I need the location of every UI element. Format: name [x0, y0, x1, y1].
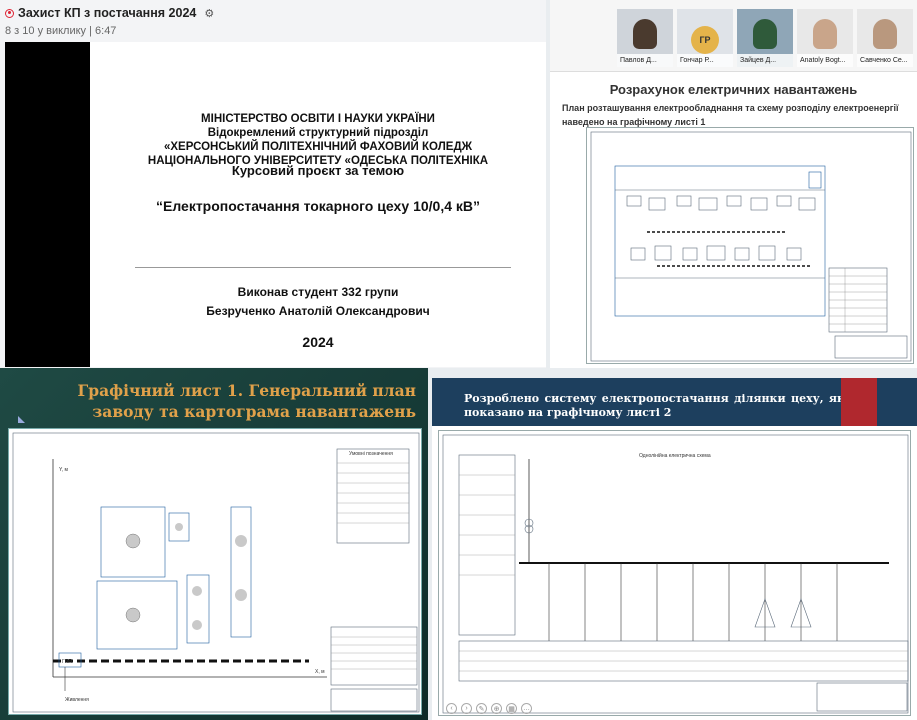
load-slide-title: Розрахунок електричних навантажень [609, 82, 858, 97]
avatar [813, 19, 837, 49]
participant-tile[interactable]: ГР Гончар Р... [677, 9, 733, 67]
grid-icon[interactable]: ▦ [506, 703, 517, 714]
title-slide-page: МІНІСТЕРСТВО ОСВІТИ І НАУКИ УКРАЇНИ Відо… [90, 42, 546, 367]
divider [135, 267, 511, 268]
single-line-diagram-drawing: Однолінійна електрична схема [438, 430, 911, 716]
participants-strip: Павлов Д... ГР Гончар Р... Зайцев Д... A… [550, 0, 917, 72]
presentation-title: Захист КП з постачання 2024 [18, 6, 197, 20]
participant-name: Anatoly Bogt... [797, 54, 853, 67]
avatar: ГР [691, 26, 719, 54]
gpp-label: ГПП [62, 659, 72, 665]
participant-tile[interactable]: Павлов Д... [617, 9, 673, 67]
participant-name: Зайцев Д... [737, 54, 793, 67]
general-plan-drawing: Y, м X, м ГПП Живлення Умовні позначення [8, 428, 422, 715]
scheme-sketch: Однолінійна електрична схема [442, 434, 909, 714]
corner-marker [18, 416, 25, 423]
division-line: Відокремлений структурний підрозділ [207, 127, 429, 139]
main-presentation-panel: Захист КП з постачання 2024 ⚙ 8 з 10 у в… [0, 0, 546, 368]
general-plan-title-line: Графічний лист 1. Генеральний план [77, 381, 416, 400]
scheme-panel: Розроблено систему електропостачання діл… [432, 378, 917, 720]
author-line: Безрученко Анатолій Олександрович [206, 304, 430, 318]
course-line: Курсовий проєкт за темою [231, 163, 405, 178]
slide-controls: ‹ › ✎ ⊕ ▦ … [446, 703, 532, 714]
institution-block: МІНІСТЕРСТВО ОСВІТИ І НАУКИ УКРАЇНИ Відо… [90, 112, 546, 168]
year-line: 2024 [302, 334, 334, 350]
gear-icon[interactable]: ⚙ [204, 7, 214, 20]
college-line: «ХЕРСОНСЬКИЙ ПОЛІТЕХНІЧНИЙ ФАХОВИЙ КОЛЕД… [163, 141, 473, 153]
equipment-layout-drawing [586, 127, 914, 364]
participant-tile[interactable]: Савченко Се... [857, 9, 913, 67]
scheme-title: Однолінійна електрична схема [639, 452, 711, 459]
general-plan-panel: Графічний лист 1. Генеральний план завод… [0, 368, 428, 720]
load-slide-subtitle: План розташування електрообладнання та с… [562, 103, 899, 127]
scheme-header-band: Розроблено систему електропостачання діл… [432, 378, 917, 426]
general-plan-title: Графічний лист 1. Генеральний план завод… [78, 380, 416, 422]
avatar [633, 19, 657, 49]
participant-name: Гончар Р... [677, 54, 733, 67]
next-icon[interactable]: › [461, 703, 472, 714]
title-slide: МІНІСТЕРСТВО ОСВІТИ І НАУКИ УКРАЇНИ Відо… [5, 42, 546, 367]
ministry-line: МІНІСТЕРСТВО ОСВІТИ І НАУКИ УКРАЇНИ [201, 113, 435, 125]
more-icon[interactable]: … [521, 703, 532, 714]
participant-name: Савченко Се... [857, 54, 913, 67]
y-axis-label: Y, м [59, 467, 68, 473]
load-slide-panel: Павлов Д... ГР Гончар Р... Зайцев Д... A… [550, 0, 917, 368]
floor-plan-sketch [590, 131, 912, 362]
participant-tile[interactable]: Зайцев Д... [737, 9, 793, 67]
participant-name: Павлов Д... [617, 54, 673, 67]
scheme-description: Розроблено систему електропостачання діл… [464, 392, 852, 419]
accent-block [841, 378, 877, 426]
zoom-icon[interactable]: ⊕ [491, 703, 502, 714]
general-plan-title-line: заводу та картограма навантажень [92, 402, 416, 421]
presentation-header: Захист КП з постачання 2024 ⚙ 8 з 10 у в… [0, 0, 546, 42]
executor-line: Виконав студент 332 групи [237, 285, 399, 299]
participant-tile[interactable]: Anatoly Bogt... [797, 9, 853, 67]
topic-line: “Електропостачання токарного цеху 10/0,4… [155, 198, 481, 214]
screen: Захист КП з постачання 2024 ⚙ 8 з 10 у в… [0, 0, 917, 720]
legend-title: Умовні позначення [349, 451, 393, 457]
record-icon [5, 8, 14, 18]
prev-icon[interactable]: ‹ [446, 703, 457, 714]
call-status: 8 з 10 у виклику | 6:47 [5, 25, 117, 37]
pen-icon[interactable]: ✎ [476, 703, 487, 714]
x-axis-label: X, м [315, 669, 325, 675]
avatar [873, 19, 897, 49]
avatar [753, 19, 777, 49]
source-label: Живлення [65, 697, 89, 703]
plant-plan-sketch: Y, м X, м ГПП Живлення Умовні позначення [12, 432, 420, 713]
